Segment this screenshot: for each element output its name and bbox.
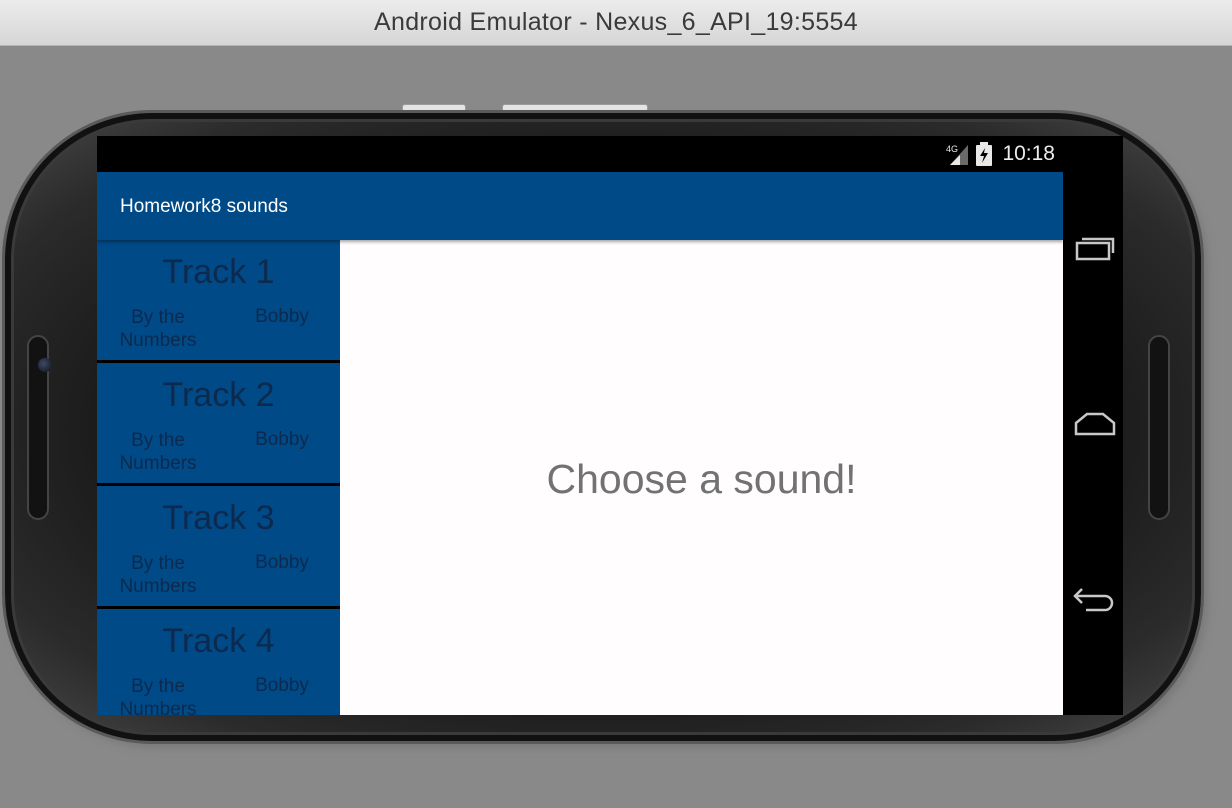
emulator-window: Android Emulator - Nexus_6_API_19:5554 4… [0,0,1232,808]
track-item[interactable]: Track 2 By the Numbers Bobby [97,363,340,483]
device-speaker-right [1148,335,1170,520]
track-title: Track 2 [162,376,275,414]
track-artist: Bobby [255,306,309,327]
track-artist: Bobby [255,429,309,450]
track-album: By the Numbers [119,430,197,474]
home-button[interactable] [1069,402,1121,446]
track-title: Track 1 [162,253,275,291]
status-icons: 4G 10:18 [946,142,1055,166]
track-artist: Bobby [255,552,309,573]
track-item[interactable]: Track 3 By the Numbers Bobby [97,486,340,606]
window-titlebar[interactable]: Android Emulator - Nexus_6_API_19:5554 [0,0,1232,46]
detail-pane: Choose a sound! [340,240,1063,715]
front-camera [38,358,52,372]
network-type-label: 4G [946,144,958,154]
track-title: Track 3 [162,499,275,537]
home-icon [1074,412,1116,436]
choose-sound-prompt: Choose a sound! [546,456,857,502]
track-list[interactable]: Track 1 By the Numbers Bobby Track 2 By … [97,240,340,715]
recent-apps-button[interactable] [1069,226,1121,270]
app-title: Homework8 sounds [120,196,288,217]
track-title: Track 4 [162,622,275,660]
back-icon [1073,588,1114,612]
recent-apps-icon [1075,237,1115,261]
track-album: By the Numbers [119,676,197,715]
signal-icon: 4G [946,144,969,165]
back-button[interactable] [1069,578,1121,622]
track-album: By the Numbers [119,553,197,597]
action-bar: Homework8 sounds [97,172,1063,240]
track-album: By the Numbers [119,307,197,351]
track-artist: Bobby [255,675,309,696]
clock: 10:18 [1002,142,1055,165]
device-screen: 4G 10:18 Homework8 sounds Track 1 By the… [97,136,1063,715]
track-item[interactable]: Track 1 By the Numbers Bobby [97,240,340,360]
window-title: Android Emulator - Nexus_6_API_19:5554 [374,8,858,36]
status-bar: 4G 10:18 [97,136,1063,172]
navigation-bar [1063,136,1123,715]
battery-charging-icon [976,142,993,166]
track-item[interactable]: Track 4 By the Numbers Bobby [97,609,340,715]
